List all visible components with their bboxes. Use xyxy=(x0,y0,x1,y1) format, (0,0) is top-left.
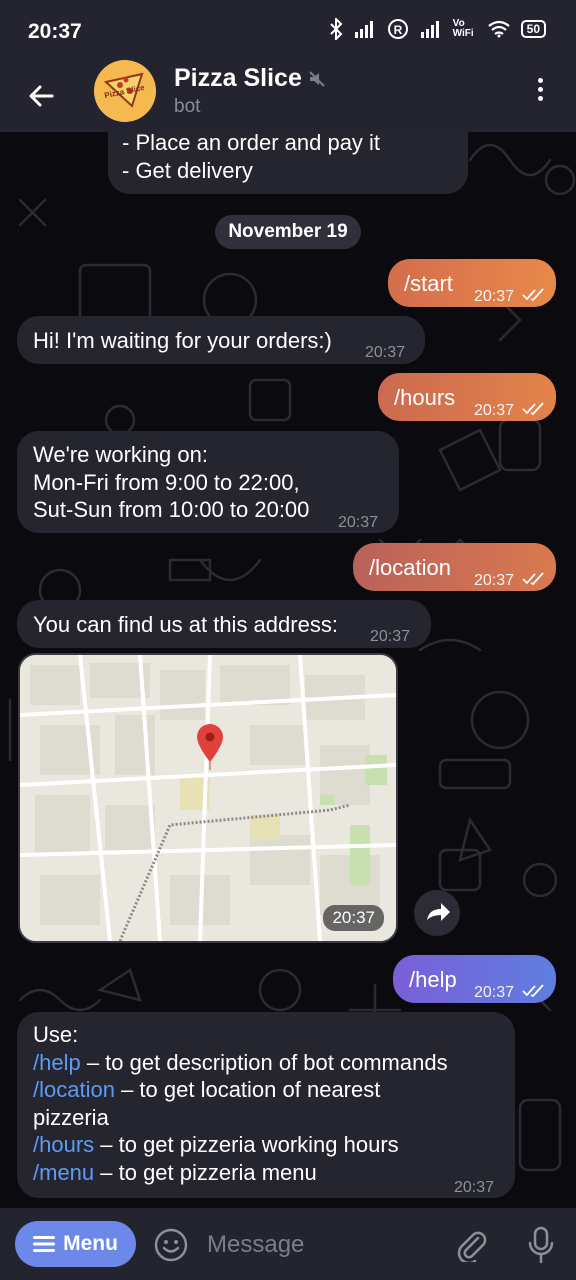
battery-icon: 50 xyxy=(520,20,546,38)
command-link[interactable]: /hours xyxy=(33,1132,94,1157)
message-text: /start xyxy=(404,271,453,296)
command-description: – to get location of nearest xyxy=(114,1077,381,1102)
status-time: 20:37 xyxy=(28,20,82,43)
chat-title: Pizza Slice xyxy=(174,64,302,92)
command-line: /location – to get location of nearest xyxy=(33,1076,515,1104)
read-check-icon xyxy=(522,572,544,586)
message-text: /help xyxy=(409,967,457,992)
message-time: 20:37 xyxy=(474,402,515,419)
message-time: 20:37 xyxy=(365,344,406,361)
share-button[interactable] xyxy=(414,890,460,936)
command-description: – to get pizzeria menu xyxy=(94,1159,317,1185)
command-line: /menu – to get pizzeria menu xyxy=(33,1159,515,1187)
message-time: 20:37 xyxy=(474,572,515,589)
read-check-icon xyxy=(522,984,544,998)
signal-icon xyxy=(420,21,439,38)
map-image xyxy=(20,655,396,941)
avatar[interactable]: Pizza Slice xyxy=(94,60,156,122)
message-text: Hi! I'm waiting for your orders:) xyxy=(33,328,332,353)
read-check-icon xyxy=(522,288,544,302)
message-text: /location xyxy=(369,555,451,580)
message-bubble-incoming: Use: /help – to get description of bot c… xyxy=(17,1012,515,1198)
message-text: You can find us at this address: xyxy=(33,612,338,637)
command-link[interactable]: /help xyxy=(33,1050,81,1075)
signal-icon xyxy=(354,21,373,38)
read-check-icon xyxy=(522,402,544,416)
more-menu-icon[interactable] xyxy=(528,74,552,110)
command-line: /help – to get description of bot comman… xyxy=(33,1049,515,1077)
menu-button-label: Menu xyxy=(63,1232,118,1255)
r-icon: R xyxy=(387,19,408,39)
message-text: - Get delivery xyxy=(122,157,253,183)
chat-subtitle: bot xyxy=(174,96,201,117)
message-time: 20:37 xyxy=(323,905,384,931)
message-bubble-incoming: We're working on: Mon-Fri from 9:00 to 2… xyxy=(17,431,399,533)
bot-menu-button[interactable]: Menu xyxy=(15,1221,136,1267)
message-bubble-incoming: You can find us at this address: 20:37 xyxy=(17,600,431,648)
chat-header: Pizza Slice Pizza Slice bot xyxy=(0,60,576,132)
message-composer: Menu xyxy=(0,1208,576,1280)
command-line: /hours – to get pizzeria working hours xyxy=(33,1131,515,1159)
command-line: pizzeria xyxy=(33,1104,515,1132)
message-time: 20:37 xyxy=(370,628,411,645)
hamburger-icon xyxy=(33,1236,56,1252)
message-text: We're working on: xyxy=(33,442,208,467)
share-arrow-icon xyxy=(427,903,450,921)
bluetooth-icon xyxy=(329,18,343,40)
location-map[interactable]: 20:37 xyxy=(18,653,398,943)
message-text: Use: xyxy=(33,1022,79,1047)
status-bar: 20:37 R Vo WiFi 50 xyxy=(0,0,576,60)
command-description: – to get description of bot commands xyxy=(80,1049,448,1075)
date-separator: November 19 xyxy=(215,215,361,249)
command-description: – to get pizzeria working hours xyxy=(94,1132,399,1157)
vowifi-icon: Vo WiFi xyxy=(452,18,474,39)
message-input[interactable] xyxy=(205,1226,439,1264)
command-link[interactable]: /menu xyxy=(33,1160,94,1185)
message-bubble-incoming: Hi! I'm waiting for your orders:) 20:37 xyxy=(17,316,425,364)
message-bubble-outgoing: /start 20:37 xyxy=(388,259,556,307)
message-time: 20:37 xyxy=(454,1179,495,1196)
paperclip-icon[interactable] xyxy=(454,1228,488,1262)
message-text: - Place an order and pay it xyxy=(122,130,381,155)
microphone-icon[interactable] xyxy=(526,1226,556,1264)
message-time: 20:37 xyxy=(338,514,379,531)
command-link[interactable]: /location xyxy=(33,1077,115,1102)
message-bubble-outgoing: /hours 20:37 xyxy=(378,373,556,421)
svg-text:R: R xyxy=(393,23,402,37)
wifi-icon xyxy=(487,20,510,38)
status-icons: R Vo WiFi 50 xyxy=(329,18,546,40)
muted-icon xyxy=(309,71,325,87)
message-text: Mon-Fri from 9:00 to 22:00, xyxy=(33,469,300,495)
back-arrow-icon[interactable] xyxy=(22,76,62,116)
message-bubble-outgoing: /location 20:37 xyxy=(353,543,556,591)
message-bubble-outgoing: /help 20:37 xyxy=(393,955,556,1003)
message-text: /hours xyxy=(394,385,456,410)
command-description: pizzeria xyxy=(33,1104,109,1130)
message-time: 20:37 xyxy=(474,288,515,305)
message-time: 20:37 xyxy=(474,984,515,1001)
emoji-icon[interactable] xyxy=(154,1228,188,1262)
